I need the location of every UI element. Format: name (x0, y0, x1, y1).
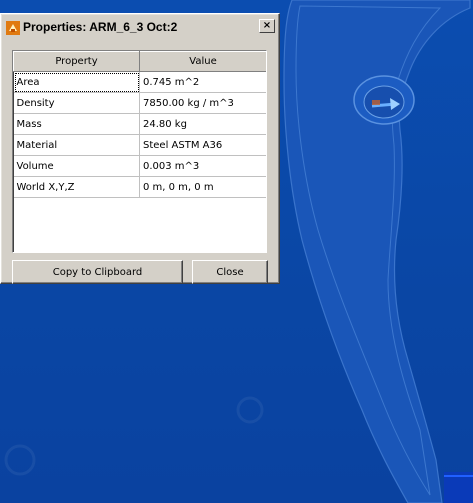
property-name: Material (13, 134, 140, 156)
close-button[interactable]: Close (192, 260, 268, 284)
table-row[interactable]: Mass 24.80 kg (13, 113, 266, 135)
property-value: 24.80 kg (139, 113, 266, 135)
close-icon[interactable]: × (259, 19, 275, 33)
property-name: Mass (13, 113, 140, 135)
column-header-property[interactable]: Property (13, 51, 140, 72)
property-value: 7850.00 kg / m^3 (139, 92, 266, 114)
grid-header-row: Property Value (13, 51, 266, 72)
dialog-titlebar[interactable]: Properties: ARM_6_3 Oct:2 × (3, 16, 277, 38)
property-value: 0 m, 0 m, 0 m (139, 176, 266, 198)
property-name: Density (13, 92, 140, 114)
property-grid[interactable]: Property Value Area 0.745 m^2 Density 78… (12, 50, 267, 253)
copy-to-clipboard-button[interactable]: Copy to Clipboard (12, 260, 183, 284)
table-row[interactable]: Area 0.745 m^2 (13, 71, 266, 93)
table-row[interactable]: World X,Y,Z 0 m, 0 m, 0 m (13, 176, 266, 198)
property-name: World X,Y,Z (13, 176, 140, 198)
table-row[interactable]: Material Steel ASTM A36 (13, 134, 266, 156)
property-value: Steel ASTM A36 (139, 134, 266, 156)
column-header-value[interactable]: Value (139, 51, 266, 72)
property-value: 0.003 m^3 (139, 155, 266, 177)
property-name: Area (13, 71, 140, 93)
cad-app-icon (6, 20, 20, 35)
property-name: Volume (13, 155, 140, 177)
properties-dialog: Properties: ARM_6_3 Oct:2 × Property Val… (0, 13, 280, 284)
dialog-title: Properties: ARM_6_3 Oct:2 (23, 20, 178, 34)
property-value: 0.745 m^2 (139, 71, 266, 93)
table-row[interactable]: Volume 0.003 m^3 (13, 155, 266, 177)
table-row[interactable]: Density 7850.00 kg / m^3 (13, 92, 266, 114)
part-body[interactable] (283, 0, 471, 503)
